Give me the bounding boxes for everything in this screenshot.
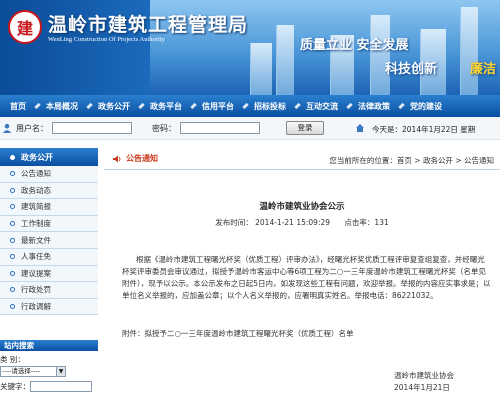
section-title: 公告通知 bbox=[126, 154, 158, 163]
site-subtitle: WenLing Construction Of Projects Authori… bbox=[48, 36, 165, 43]
main-header: 公告通知 您当前所在的位置：首页 > 政务公开 > 公告通知 bbox=[104, 148, 500, 170]
nav-party[interactable]: 党的建设 bbox=[400, 101, 452, 112]
nav-home[interactable]: 首页 bbox=[0, 101, 36, 112]
bullet-icon bbox=[10, 171, 15, 177]
user-icon bbox=[2, 123, 12, 133]
sidebar-item-label: 政务动态 bbox=[21, 185, 51, 195]
breadcrumb: 您当前所在的位置：首页 > 政务公开 > 公告通知 bbox=[329, 156, 494, 165]
sidebar-item-briefings[interactable]: 建筑简报 bbox=[0, 199, 98, 216]
article-title: 温岭市建筑业协会公示 bbox=[259, 202, 345, 212]
article-attachment[interactable]: 附件：拟授予二○一三年度温岭市建筑工程曙光杯奖（优质工程）名单 bbox=[122, 328, 492, 339]
bullet-icon bbox=[10, 187, 15, 193]
sidebar-item-label: 行政处罚 bbox=[21, 285, 51, 295]
sidebar-item-label: 人事任免 bbox=[21, 252, 51, 262]
bullet-icon bbox=[10, 221, 15, 227]
sidebar-item-label: 行政调解 bbox=[21, 302, 51, 312]
nav-gov-platform[interactable]: 政务平台 bbox=[140, 101, 192, 112]
username-label: 用户名： bbox=[16, 123, 48, 133]
login-button[interactable]: 登录 bbox=[286, 121, 324, 135]
search-category-label: 类 别： bbox=[0, 355, 25, 364]
bullet-icon bbox=[10, 287, 15, 293]
banner-slogan: 廉洁 bbox=[470, 62, 497, 77]
signature-org: 温岭市建筑业协会 bbox=[394, 371, 454, 380]
sidebar-item-news[interactable]: 政务动态 bbox=[0, 182, 98, 200]
banner-building bbox=[370, 15, 390, 95]
article-body: 根据《温岭市建筑工程曙光杯奖（优质工程）评审办法》，经曙光杯奖优质工程评审复查组… bbox=[122, 255, 491, 300]
search-keyword-input[interactable] bbox=[30, 381, 92, 392]
banner-building bbox=[276, 25, 294, 95]
current-date: 今天是：2014年1月22日 星期 bbox=[372, 125, 476, 134]
sidebar-item-label: 工作制度 bbox=[21, 219, 51, 229]
publish-time: 发布时间： 2014-1-21 15:09:29 bbox=[215, 218, 331, 227]
banner-slogan: 质量立业 安全发展 bbox=[300, 38, 409, 53]
bullet-icon bbox=[10, 204, 15, 210]
password-label: 密码： bbox=[152, 123, 176, 133]
site-logo[interactable]: 建 bbox=[8, 10, 42, 44]
sidebar-item-latest-files[interactable]: 最新文件 bbox=[0, 232, 98, 249]
nav-credit[interactable]: 信用平台 bbox=[192, 101, 244, 112]
site-title: 温岭市建筑工程管理局 bbox=[48, 14, 249, 36]
bullet-icon bbox=[10, 237, 15, 243]
main-nav: 首页 本局概况 政务公开 政务平台 信用平台 招标投标 互动交流 法律政策 党的… bbox=[0, 95, 500, 117]
sidebar-item-label: 公告通知 bbox=[21, 169, 51, 179]
select-value: ----请选择---- bbox=[2, 367, 41, 375]
sidebar-item-mediation[interactable]: 行政调解 bbox=[0, 298, 98, 316]
sidebar-item-penalties[interactable]: 行政处罚 bbox=[0, 282, 98, 299]
home-icon bbox=[356, 124, 364, 132]
nav-law[interactable]: 法律政策 bbox=[348, 101, 400, 112]
search-category-select[interactable]: ----请选择---- ▼ bbox=[0, 366, 66, 377]
logo-char: 建 bbox=[16, 19, 33, 38]
article-meta: 发布时间： 2014-1-21 15:09:29 点击率：131 bbox=[104, 217, 500, 228]
nav-bidding[interactable]: 招标投标 bbox=[244, 101, 296, 112]
search-keyword-label: 关键字： bbox=[0, 382, 30, 391]
banner-building bbox=[250, 43, 272, 95]
sidebar-item-label: 最新文件 bbox=[21, 235, 51, 245]
password-input[interactable] bbox=[180, 122, 260, 134]
banner-building bbox=[460, 7, 478, 95]
sidebar-item-label: 建筑简报 bbox=[21, 202, 51, 212]
sidebar-item-rules[interactable]: 工作制度 bbox=[0, 215, 98, 233]
username-input[interactable] bbox=[52, 122, 132, 134]
banner-slogan: 科技创新 bbox=[385, 62, 438, 77]
bullet-icon bbox=[10, 270, 15, 276]
sidebar-item-proposals[interactable]: 建议提案 bbox=[0, 265, 98, 283]
sidebar-item-appointments[interactable]: 人事任免 bbox=[0, 248, 98, 266]
main-content: 公告通知 您当前所在的位置：首页 > 政务公开 > 公告通知 温岭市建筑业协会公… bbox=[104, 148, 500, 400]
signature-date: 2014年1月21日 bbox=[394, 383, 450, 392]
bullet-icon bbox=[10, 304, 15, 310]
header-banner: 建 温岭市建筑工程管理局 WenLing Construction Of Pro… bbox=[0, 0, 500, 95]
bullet-icon bbox=[10, 254, 15, 260]
search-title: 站内搜索 bbox=[0, 340, 98, 351]
sidebar-item-label: 建议提案 bbox=[21, 268, 51, 278]
sidebar-item-notices[interactable]: 公告通知 bbox=[0, 166, 98, 183]
nav-interaction[interactable]: 互动交流 bbox=[296, 101, 348, 112]
chevron-down-icon: ▼ bbox=[56, 367, 65, 376]
sidebar-title: 政务公开 bbox=[0, 148, 98, 166]
speaker-icon bbox=[113, 155, 121, 162]
hit-count: 点击率：131 bbox=[344, 218, 389, 227]
nav-about[interactable]: 本局概况 bbox=[36, 101, 88, 112]
nav-gov-open[interactable]: 政务公开 bbox=[88, 101, 140, 112]
